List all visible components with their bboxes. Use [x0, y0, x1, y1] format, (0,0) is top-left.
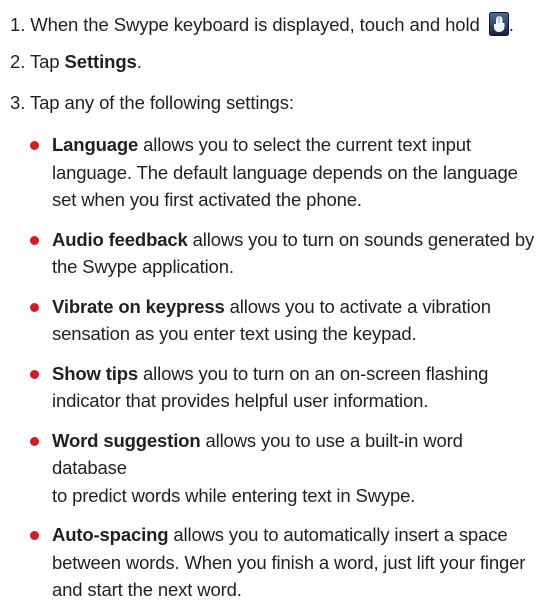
step-text: Tap — [29, 51, 60, 72]
setting-desc-3: and start the next word. — [52, 579, 242, 600]
step-number: 1. — [10, 14, 26, 35]
step-text: Tap any of the following settings: — [29, 92, 294, 113]
settings-list: Language allows you to select the curren… — [28, 131, 542, 616]
bullet-dot — [30, 531, 39, 540]
setting-desc-3: set when you first activated the phone. — [52, 189, 362, 210]
list-item-show-tips: Show tips allows you to turn on an on-sc… — [28, 360, 542, 415]
setting-term: Word suggestion — [52, 429, 201, 451]
step-number: 2. — [10, 51, 26, 72]
bullet-dot — [30, 141, 39, 150]
setting-desc-2: between words. When you finish a word, j… — [52, 551, 526, 573]
step-text: When the Swype keyboard is displayed, to… — [30, 14, 480, 35]
setting-term: Audio feedback — [52, 228, 188, 250]
step-3: 3. Tap any of the following settings: — [10, 92, 294, 114]
step-2: 2. Tap Settings. — [10, 51, 142, 73]
setting-term: Auto-spacing — [52, 524, 169, 545]
setting-desc: allows you to activate a vibration — [229, 295, 491, 317]
setting-desc-2: to predict words while entering text in … — [52, 484, 416, 506]
list-item-vibrate-on-keypress: Vibrate on keypress allows you to activa… — [28, 293, 542, 348]
step-1: 1. When the Swype keyboard is displayed,… — [10, 12, 514, 36]
settings-term: Settings — [64, 51, 137, 72]
bullet-dot — [30, 235, 39, 245]
bullet-dot — [30, 369, 39, 379]
setting-desc-2: the Swype application. — [52, 256, 234, 277]
step-number: 3. — [10, 92, 26, 113]
setting-desc: allows you to turn on an on-screen flash… — [143, 362, 489, 384]
setting-desc-2: sensation as you enter text using the ke… — [52, 323, 417, 344]
setting-desc: allows you to turn on sounds generated b… — [192, 228, 535, 250]
bullet-dot — [30, 302, 39, 312]
setting-desc: allows you to select the current text in… — [143, 134, 471, 155]
list-item-language: Language allows you to select the curren… — [28, 131, 542, 214]
step-end: . — [136, 51, 142, 72]
step-end: . — [508, 14, 514, 35]
swype-key-icon — [488, 12, 509, 36]
list-item-word-suggestion: Word suggestion allows you to use a buil… — [28, 427, 542, 510]
setting-term: Vibrate on keypress — [52, 295, 225, 317]
setting-desc-2: language. The default language depends o… — [52, 161, 518, 183]
setting-term: Show tips — [52, 362, 139, 384]
bullet-dot — [30, 436, 39, 446]
setting-desc-2: indicator that provides helpful user inf… — [52, 390, 429, 411]
list-item-audio-feedback: Audio feedback allows you to turn on sou… — [28, 226, 542, 281]
setting-term: Language — [52, 134, 139, 155]
manual-page: 1. When the Swype keyboard is displayed,… — [0, 0, 546, 600]
list-item-auto-spacing: Auto-spacing allows you to automatically… — [28, 521, 542, 604]
setting-desc: allows you to automatically insert a spa… — [173, 524, 508, 545]
